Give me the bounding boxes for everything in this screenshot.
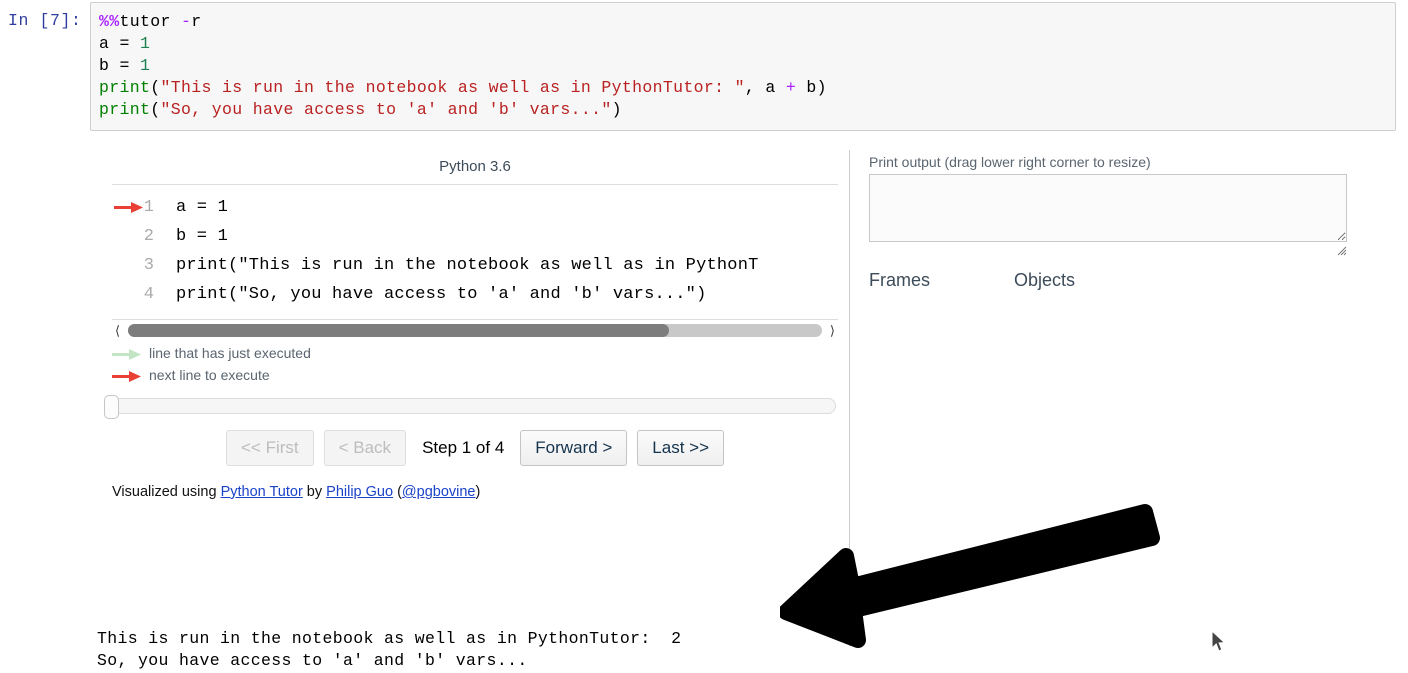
- python-tutor-visualizer: Python 3.6 1a = 1 2 b = 1 3 print("This is r…: [0, 146, 1408, 646]
- code-line: b = 1: [99, 55, 1391, 77]
- step-controls: << First < Back Step 1 of 4 Forward > La…: [112, 428, 838, 468]
- code-token: "This is run in the notebook as well as …: [160, 78, 745, 97]
- code-line: print("So, you have access to 'a' and 'b…: [99, 99, 1391, 121]
- scrollbar-thumb[interactable]: [128, 324, 670, 337]
- scroll-left-icon[interactable]: ⟨: [115, 324, 120, 338]
- scroll-right-icon[interactable]: ⟩: [830, 324, 835, 338]
- code-display-row: 4 print("So, you have access to 'a' and '…: [112, 280, 838, 309]
- code-token: tutor: [119, 12, 182, 31]
- philip-guo-link[interactable]: Philip Guo: [326, 484, 393, 500]
- input-prompt-label: In [7]:: [8, 11, 82, 30]
- last-button[interactable]: Last >>: [637, 430, 725, 466]
- code-token: (: [150, 78, 161, 97]
- line-number: 2: [143, 227, 154, 246]
- code-token: print: [99, 78, 151, 97]
- code-display-row: 2 b = 1: [112, 222, 838, 251]
- cell-stdout-output: This is run in the notebook as well as i…: [97, 628, 1297, 672]
- code-text: a = 1: [176, 198, 229, 217]
- forward-button[interactable]: Forward >: [520, 430, 628, 466]
- code-line: %%tutor -r: [99, 11, 1391, 33]
- legend-row-next: next line to execute: [112, 364, 512, 386]
- code-display-row: 3 print("This is run in the notebook as w…: [112, 251, 838, 280]
- code-line: a = 1: [99, 33, 1391, 55]
- legend-row-executed: line that has just executed: [112, 342, 512, 364]
- next-arrow-icon: [112, 370, 141, 382]
- code-token: 1: [140, 34, 151, 53]
- code-horizontal-scrollbar[interactable]: ⟨ ⟩: [112, 322, 838, 342]
- code-editor-lines: %%tutor -r a = 1b = 1 print("This is run i…: [99, 11, 1391, 121]
- stdout-line: This is run in the notebook as well as i…: [97, 629, 682, 648]
- credit-prefix: Visualized using: [112, 484, 221, 500]
- print-output-label: Print output (drag lower right corner to…: [869, 154, 1151, 170]
- scrollbar-track[interactable]: [128, 324, 822, 337]
- next-arrow-icon: [114, 202, 143, 213]
- code-token: a =: [99, 34, 141, 53]
- code-token: (: [150, 100, 161, 119]
- code-text: print("So, you have access to 'a' and 'b…: [176, 285, 707, 304]
- code-token: , a: [744, 78, 786, 97]
- back-button[interactable]: < Back: [323, 430, 407, 466]
- execution-step-slider[interactable]: [104, 395, 836, 419]
- code-line: print("This is run in the notebook as we…: [99, 77, 1391, 99]
- legend-label-next: next line to execute: [149, 367, 270, 383]
- code-token: r: [191, 12, 202, 31]
- code-token: b =: [99, 56, 141, 75]
- python-tutor-link[interactable]: Python Tutor: [221, 484, 303, 500]
- step-counter: Step 1 of 4: [422, 438, 505, 457]
- line-number: 4: [143, 285, 154, 304]
- code-token: ): [611, 100, 622, 119]
- code-display-row: 1a = 1: [112, 193, 838, 222]
- pgbovine-link[interactable]: @pgbovine: [402, 484, 476, 500]
- code-token: -: [181, 12, 192, 31]
- print-output-textarea[interactable]: [869, 174, 1347, 242]
- stdout-line: So, you have access to 'a' and 'b' vars.…: [97, 651, 528, 670]
- code-token: %%: [99, 12, 120, 31]
- executed-arrow-icon: [112, 348, 141, 360]
- code-text: print("This is run in the notebook as we…: [176, 256, 759, 275]
- resize-handle-icon[interactable]: [1337, 246, 1347, 256]
- code-token: 1: [140, 56, 151, 75]
- line-number: 3: [143, 256, 154, 275]
- legend-label-executed: line that has just executed: [149, 345, 311, 361]
- notebook-input-cell: In [7]: %%tutor -r a = 1b = 1 print("This …: [0, 0, 1408, 136]
- credit-line: Visualized using Python Tutor by Philip …: [112, 484, 480, 500]
- frames-heading: Frames: [869, 270, 931, 290]
- pane-divider: [849, 150, 850, 646]
- code-token: print: [99, 100, 151, 119]
- language-label: Python 3.6: [439, 158, 511, 175]
- code-text: b = 1: [176, 227, 229, 246]
- code-token: b): [796, 78, 827, 97]
- slider-handle[interactable]: [104, 395, 119, 419]
- mouse-cursor-icon: [1211, 630, 1226, 652]
- credit-middle: by: [302, 484, 327, 500]
- first-button[interactable]: << First: [225, 430, 314, 466]
- execution-legend: line that has just executed next line to…: [112, 342, 512, 386]
- objects-heading: Objects: [1014, 270, 1076, 290]
- code-token: "So, you have access to 'a' and 'b' vars…: [160, 100, 612, 119]
- code-token: +: [785, 78, 797, 97]
- code-display-panel: 1a = 1 2 b = 1 3 print("This is run in the n…: [112, 184, 838, 320]
- code-editor[interactable]: %%tutor -r a = 1b = 1 print("This is run i…: [90, 2, 1396, 131]
- credit-close-paren: ): [475, 484, 481, 500]
- credit-open-paren: (: [393, 484, 402, 500]
